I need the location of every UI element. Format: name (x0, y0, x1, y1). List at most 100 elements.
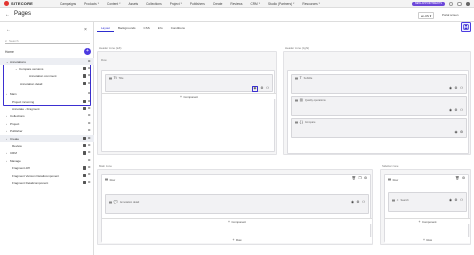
nav-publishers[interactable]: Publishers (186, 2, 209, 6)
tree-node[interactable]: ⌄ Annotations ••• (0, 58, 94, 66)
more-icon[interactable]: ••• (88, 136, 91, 141)
tree-node[interactable]: › Project ••• (0, 120, 94, 127)
nav-products[interactable]: Products ▾ (80, 2, 103, 6)
collapse-arrow-icon[interactable]: ← (6, 27, 11, 33)
tree-node[interactable]: › Collections ••• (0, 113, 94, 120)
settings-icon[interactable]: ⚙ (460, 130, 463, 134)
tree-node[interactable]: Project incoming ••• (0, 98, 94, 105)
tree-node[interactable]: › Create ••• (0, 134, 94, 143)
settings-icon[interactable]: ⚙ (462, 176, 465, 180)
settings-icon[interactable]: ⚙ (260, 86, 263, 90)
settings-icon[interactable]: ⚙ (454, 198, 457, 202)
more-icon[interactable]: ••• (88, 99, 91, 104)
brand-logo[interactable]: SITECORE (4, 1, 54, 6)
tree-node[interactable]: Annotate - Fragment ••• (0, 105, 94, 112)
more-icon[interactable]: ••• (88, 158, 91, 163)
more-icon[interactable]: ••• (88, 92, 91, 96)
user-icon[interactable]: ⚇ (460, 86, 463, 90)
settings-icon[interactable]: ⚙ (454, 108, 457, 112)
more-icon[interactable]: ••• (88, 81, 91, 86)
annotation-detail-component[interactable]: 💬 Annotation detail ◉ ⚙ ⚇ (105, 194, 369, 214)
language-select[interactable]: en-US ▾ (418, 12, 435, 20)
tree-node[interactable]: › Main ••• (0, 91, 94, 98)
tree-node[interactable]: › Manage ••• (0, 157, 94, 164)
home-node[interactable]: Home + (5, 48, 91, 55)
search-component[interactable]: ⌕ Search ◉ ⚙ ⚇ (388, 192, 467, 212)
nav-create[interactable]: Create (209, 2, 227, 6)
tree-node[interactable]: Fragment diff ••• (0, 164, 94, 171)
tab-css[interactable]: CSS (140, 24, 154, 32)
tree-node[interactable]: › Publisher ••• (0, 128, 94, 135)
add-component-button[interactable]: + Component (385, 218, 470, 224)
add-component-button[interactable]: + Component (102, 218, 372, 224)
copy-icon[interactable]: ❐ (358, 176, 361, 180)
nav-resources[interactable]: Resources ▾ (298, 2, 324, 6)
back-arrow-icon[interactable]: ← (5, 12, 10, 18)
more-icon[interactable]: ••• (88, 106, 91, 111)
nav-campaigns[interactable]: Campaigns (56, 2, 80, 6)
more-icon[interactable]: ••• (88, 121, 91, 126)
visibility-icon[interactable]: ◉ (351, 200, 354, 204)
quality-operations-component[interactable]: ▥ Quality operations ◉ ⚙ ⚇ (291, 96, 467, 116)
nav-content[interactable]: Content ▾ (103, 2, 124, 6)
nav-crm[interactable]: CRM ▾ (246, 2, 264, 6)
delete-icon[interactable]: 🗑 (352, 176, 356, 180)
more-icon[interactable]: ••• (88, 166, 91, 170)
drag-handle-icon[interactable] (109, 77, 112, 81)
user-icon[interactable]: ⚇ (266, 86, 269, 90)
compare-component[interactable]: { } Compare ◉ ⚙ (291, 118, 467, 138)
add-component-button[interactable]: + Component (102, 93, 276, 99)
more-icon[interactable]: ••• (88, 151, 91, 155)
nav-project[interactable]: Project ▾ (166, 2, 186, 6)
notifications-icon[interactable] (457, 1, 462, 7)
user-icon[interactable]: ⚇ (362, 200, 365, 204)
avatar[interactable] (465, 1, 470, 7)
tree-node[interactable]: Annotation detail ••• (0, 80, 94, 87)
subtitle-component[interactable]: T Subtitle ◉ ⚙ ⚇ (291, 74, 467, 94)
add-row-button[interactable]: + Row (385, 237, 470, 243)
tab-backgrounds[interactable]: Backgrounds (114, 24, 140, 32)
title-component[interactable]: Tt Title ◉ ⚙ ⚇ (105, 74, 273, 92)
tab-info[interactable]: Info (154, 24, 167, 32)
drag-handle-icon[interactable] (388, 177, 391, 182)
visibility-icon[interactable]: ◉ (449, 86, 452, 90)
search-input[interactable]: ⌕ Search (5, 38, 90, 44)
user-icon[interactable]: ⚇ (460, 198, 463, 202)
more-icon[interactable]: ••• (88, 129, 91, 133)
more-icon[interactable]: ••• (88, 74, 91, 78)
tree-node[interactable]: Fragment Detailcomponent ••• (0, 179, 94, 186)
tab-layout[interactable]: Layout (97, 24, 115, 32)
settings-icon[interactable]: ⚙ (356, 200, 359, 204)
user-icon[interactable]: ⚇ (460, 108, 463, 112)
tree-node[interactable]: Fragment Version Detailcomponent ••• (0, 172, 94, 179)
nav-assets[interactable]: Assets (125, 2, 143, 6)
more-icon[interactable]: ••• (88, 180, 91, 185)
help-icon[interactable] (448, 1, 453, 7)
settings-icon[interactable]: ⚙ (454, 86, 457, 90)
more-icon[interactable]: ••• (88, 59, 91, 64)
delete-icon[interactable]: 🗑 (455, 176, 459, 180)
visibility-icon[interactable]: ◉ (449, 108, 452, 112)
save-button[interactable] (461, 22, 471, 32)
portal-screen-link[interactable]: Portal screen (442, 13, 458, 17)
tree-node[interactable]: Annotation comment ••• (0, 73, 94, 80)
tree-node[interactable]: › CRM ••• (0, 150, 94, 157)
drag-handle-icon[interactable] (105, 177, 108, 182)
tree-node[interactable]: Review ••• (0, 142, 94, 149)
nav-studio[interactable]: Studio (Partners) ▾ (264, 2, 298, 6)
more-icon[interactable]: ••• (88, 66, 91, 71)
add-page-button[interactable]: + (84, 48, 91, 55)
settings-icon[interactable]: ⚙ (364, 176, 367, 180)
nav-reviews[interactable]: Reviews (226, 2, 246, 6)
nav-collections[interactable]: Collections (142, 2, 166, 6)
add-row-button[interactable]: + Row (102, 237, 372, 243)
visibility-icon[interactable]: ◉ (449, 198, 452, 202)
tree-node[interactable]: ⌄ Compare versions ••• (0, 65, 94, 72)
close-icon[interactable]: × (84, 27, 87, 33)
visibility-icon[interactable]: ◉ (251, 86, 258, 92)
tab-conditions[interactable]: Conditions (167, 24, 189, 32)
more-icon[interactable]: ••• (88, 143, 91, 148)
visibility-icon[interactable]: ◉ (454, 130, 457, 134)
environment-badge[interactable]: NEW APPOINTMENTS (412, 1, 445, 7)
more-icon[interactable]: ••• (88, 173, 91, 177)
